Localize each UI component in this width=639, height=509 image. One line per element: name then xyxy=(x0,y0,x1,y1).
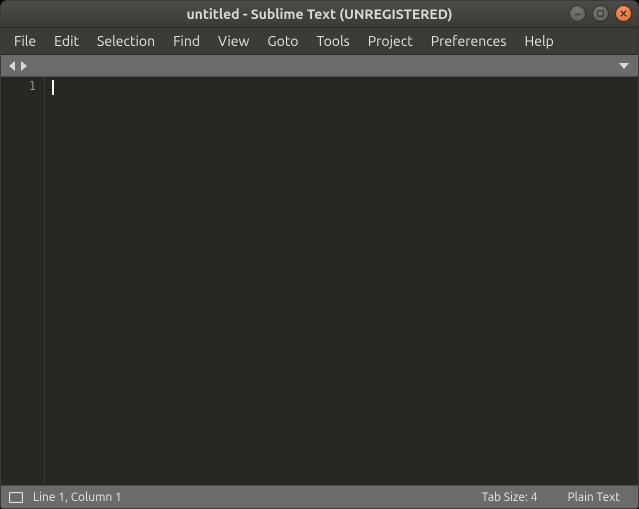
menu-project[interactable]: Project xyxy=(359,30,422,52)
editor-area: 1 xyxy=(1,77,638,485)
tab-prev-button[interactable] xyxy=(7,60,17,72)
menu-selection[interactable]: Selection xyxy=(88,30,164,52)
tab-overflow-button[interactable] xyxy=(618,61,630,71)
panel-switcher-button[interactable] xyxy=(9,492,23,503)
panel-icon xyxy=(9,492,23,503)
menu-find[interactable]: Find xyxy=(164,30,209,52)
maximize-icon xyxy=(596,9,605,18)
maximize-button[interactable] xyxy=(592,5,609,22)
menu-view[interactable]: View xyxy=(209,30,258,52)
menu-edit[interactable]: Edit xyxy=(45,30,88,52)
menubar: File Edit Selection Find View Goto Tools… xyxy=(1,28,638,55)
window-title: untitled - Sublime Text (UNREGISTERED) xyxy=(186,6,452,22)
menu-goto[interactable]: Goto xyxy=(258,30,307,52)
menu-preferences[interactable]: Preferences xyxy=(422,30,516,52)
minimize-button[interactable] xyxy=(569,5,586,22)
status-tab-size[interactable]: Tab Size: 4 xyxy=(472,491,548,504)
gutter-line-number: 1 xyxy=(1,79,36,93)
chevron-right-icon xyxy=(19,60,29,72)
minimize-icon xyxy=(573,9,582,18)
close-icon xyxy=(619,9,628,18)
chevron-left-icon xyxy=(7,60,17,72)
tab-nav xyxy=(1,60,35,72)
window-controls xyxy=(569,5,632,22)
titlebar: untitled - Sublime Text (UNREGISTERED) xyxy=(1,1,638,28)
tab-next-button[interactable] xyxy=(19,60,29,72)
text-cursor xyxy=(52,80,54,95)
app-window: untitled - Sublime Text (UNREGISTERED) F… xyxy=(0,0,639,509)
chevron-down-icon xyxy=(618,61,630,71)
menu-help[interactable]: Help xyxy=(515,30,562,52)
close-button[interactable] xyxy=(615,5,632,22)
gutter: 1 xyxy=(1,77,45,485)
status-syntax[interactable]: Plain Text xyxy=(557,491,630,504)
menu-file[interactable]: File xyxy=(5,30,45,52)
code-editor[interactable] xyxy=(45,77,638,485)
status-position: Line 1, Column 1 xyxy=(33,491,122,504)
tabbar xyxy=(1,55,638,77)
statusbar: Line 1, Column 1 Tab Size: 4 Plain Text xyxy=(1,485,638,508)
menu-tools[interactable]: Tools xyxy=(308,30,359,52)
